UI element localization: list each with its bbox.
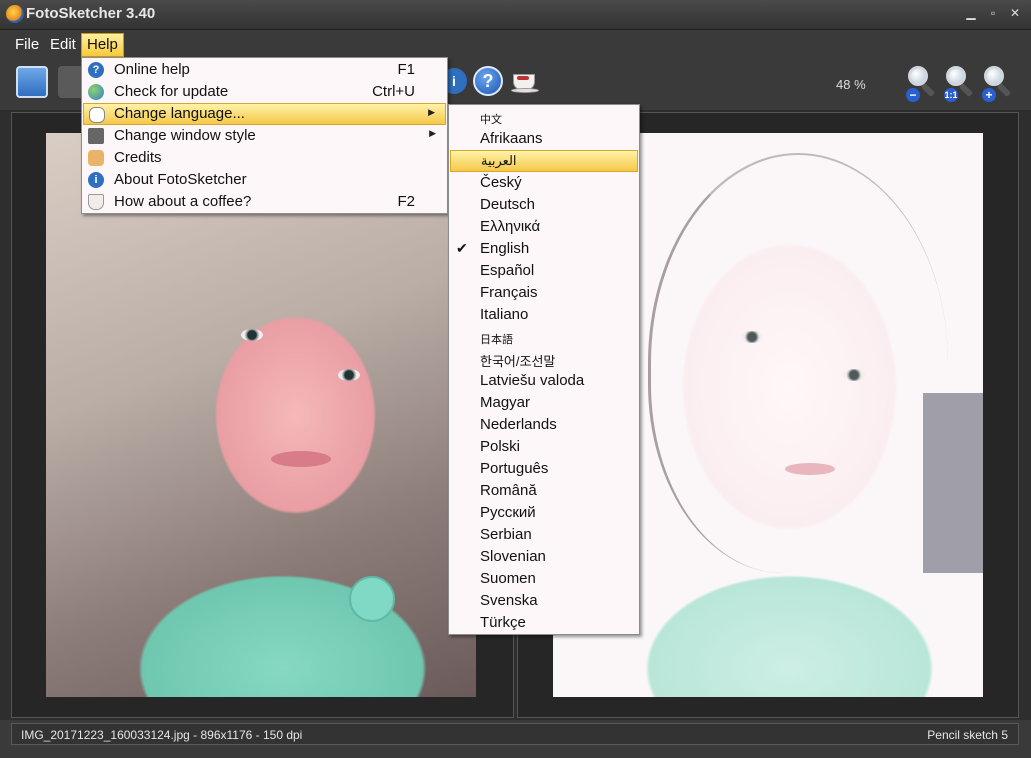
window-icon (88, 128, 104, 144)
zoom-out-icon[interactable]: − (904, 64, 940, 104)
help-dropdown-menu: ? Online help F1 Check for update Ctrl+U… (81, 57, 448, 214)
language-label: Español (480, 262, 535, 279)
menu-item-shortcut: F2 (397, 193, 415, 210)
language-label: English (480, 240, 530, 257)
language-label: Svenska (480, 592, 538, 609)
menu-item-about[interactable]: i About FotoSketcher (83, 169, 446, 191)
zoom-actual-size-icon[interactable]: 1:1 (942, 64, 978, 104)
menu-item-check-update[interactable]: Check for update Ctrl+U (83, 81, 446, 103)
language-label: Română (480, 482, 537, 499)
language-submenu: 中文 Afrikaans العربية Český Deutsch Ελλην… (448, 104, 640, 635)
coffee-icon (88, 194, 104, 210)
language-label: Suomen (480, 570, 536, 587)
help-icon[interactable]: ? (473, 66, 503, 96)
coffee-icon[interactable] (510, 68, 542, 96)
language-item[interactable]: Svenska (450, 590, 638, 612)
maximize-icon[interactable]: ▫ (986, 6, 1000, 20)
menu-item-shortcut: F1 (397, 61, 415, 78)
language-label: Afrikaans (480, 130, 543, 147)
language-label: Polski (480, 438, 521, 455)
thumbs-up-icon (88, 150, 104, 166)
title-bar: FotoSketcher 3.40 ▁ ▫ ✕ (0, 0, 1031, 30)
menu-item-label: Change language... (114, 105, 245, 122)
menu-item-change-language[interactable]: Change language... ▶ (83, 103, 446, 125)
language-item[interactable]: Deutsch (450, 194, 638, 216)
language-item[interactable]: Polski (450, 436, 638, 458)
language-label: Ελληνικά (480, 218, 541, 235)
menu-item-label: How about a coffee? (114, 193, 252, 210)
language-label: 中文 (480, 114, 502, 126)
language-label: Italiano (480, 306, 529, 323)
language-label: Français (480, 284, 538, 301)
language-label: Český (480, 174, 522, 191)
language-item[interactable]: Serbian (450, 524, 638, 546)
help-icon: ? (88, 62, 104, 78)
zoom-level: 48 % (836, 77, 866, 92)
language-item[interactable]: Português (450, 458, 638, 480)
menu-edit[interactable]: Edit (45, 33, 81, 57)
menu-item-window-style[interactable]: Change window style ▶ (83, 125, 446, 147)
language-item[interactable]: Français (450, 282, 638, 304)
minimize-icon[interactable]: ▁ (964, 6, 978, 20)
submenu-arrow-icon: ▶ (429, 128, 436, 138)
language-item[interactable]: Latviešu valoda (450, 370, 638, 392)
checkmark-icon: ✔ (456, 240, 468, 256)
language-label: Deutsch (480, 196, 536, 213)
language-item[interactable]: Español (450, 260, 638, 282)
language-label: Slovenian (480, 548, 546, 565)
language-label: Русский (480, 504, 536, 521)
menu-item-label: Credits (114, 149, 162, 166)
language-item[interactable]: Magyar (450, 392, 638, 414)
language-item-english[interactable]: ✔ English (450, 238, 638, 260)
language-label: 日本語 (480, 334, 513, 346)
language-label: 한국어/조선말 (480, 354, 556, 369)
original-photo (46, 133, 476, 697)
speech-bubble-icon (89, 107, 105, 123)
menu-item-label: Check for update (114, 83, 229, 100)
language-item[interactable]: 中文 (450, 106, 638, 128)
status-file-info: IMG_20171223_160033124.jpg - 896x1176 - … (21, 728, 303, 742)
menu-item-credits[interactable]: Credits (83, 147, 446, 169)
language-label: العربية (481, 153, 517, 168)
app-logo-icon (6, 5, 24, 23)
status-effect-name: Pencil sketch 5 (927, 728, 1008, 742)
language-label: Português (480, 460, 549, 477)
language-item[interactable]: Türkçe (450, 612, 638, 634)
submenu-arrow-icon: ▶ (428, 107, 435, 117)
language-item[interactable]: 한국어/조선말 (450, 348, 638, 370)
language-label: Magyar (480, 394, 531, 411)
menu-item-label: About FotoSketcher (114, 171, 247, 188)
menu-item-shortcut: Ctrl+U (372, 83, 415, 100)
menu-help[interactable]: Help (81, 33, 124, 57)
language-label: Serbian (480, 526, 532, 543)
menu-bar: File Edit Help (0, 30, 1031, 58)
language-label: Latviešu valoda (480, 372, 585, 389)
language-item[interactable]: Suomen (450, 568, 638, 590)
menu-item-label: Change window style (114, 127, 256, 144)
language-item[interactable]: Русский (450, 502, 638, 524)
window-title: FotoSketcher 3.40 (26, 5, 156, 22)
language-item[interactable]: Slovenian (450, 546, 638, 568)
language-item[interactable]: 日本語 (450, 326, 638, 348)
menu-item-online-help[interactable]: ? Online help F1 (83, 59, 446, 81)
zoom-in-icon[interactable]: + (980, 64, 1016, 104)
menu-item-coffee[interactable]: How about a coffee? F2 (83, 191, 446, 213)
status-bar: IMG_20171223_160033124.jpg - 896x1176 - … (0, 720, 1031, 758)
globe-icon (88, 84, 104, 100)
language-item[interactable]: Nederlands (450, 414, 638, 436)
status-panel: IMG_20171223_160033124.jpg - 896x1176 - … (11, 723, 1019, 745)
open-image-icon[interactable] (16, 66, 48, 98)
language-label: Nederlands (480, 416, 557, 433)
language-item[interactable]: العربية (450, 150, 638, 172)
menu-item-label: Online help (114, 61, 190, 78)
language-item[interactable]: Română (450, 480, 638, 502)
close-icon[interactable]: ✕ (1008, 6, 1022, 20)
info-icon: i (88, 172, 104, 188)
language-item[interactable]: Ελληνικά (450, 216, 638, 238)
language-item[interactable]: Afrikaans (450, 128, 638, 150)
language-item[interactable]: Italiano (450, 304, 638, 326)
menu-file[interactable]: File (10, 33, 44, 57)
language-label: Türkçe (480, 614, 526, 631)
language-item[interactable]: Český (450, 172, 638, 194)
